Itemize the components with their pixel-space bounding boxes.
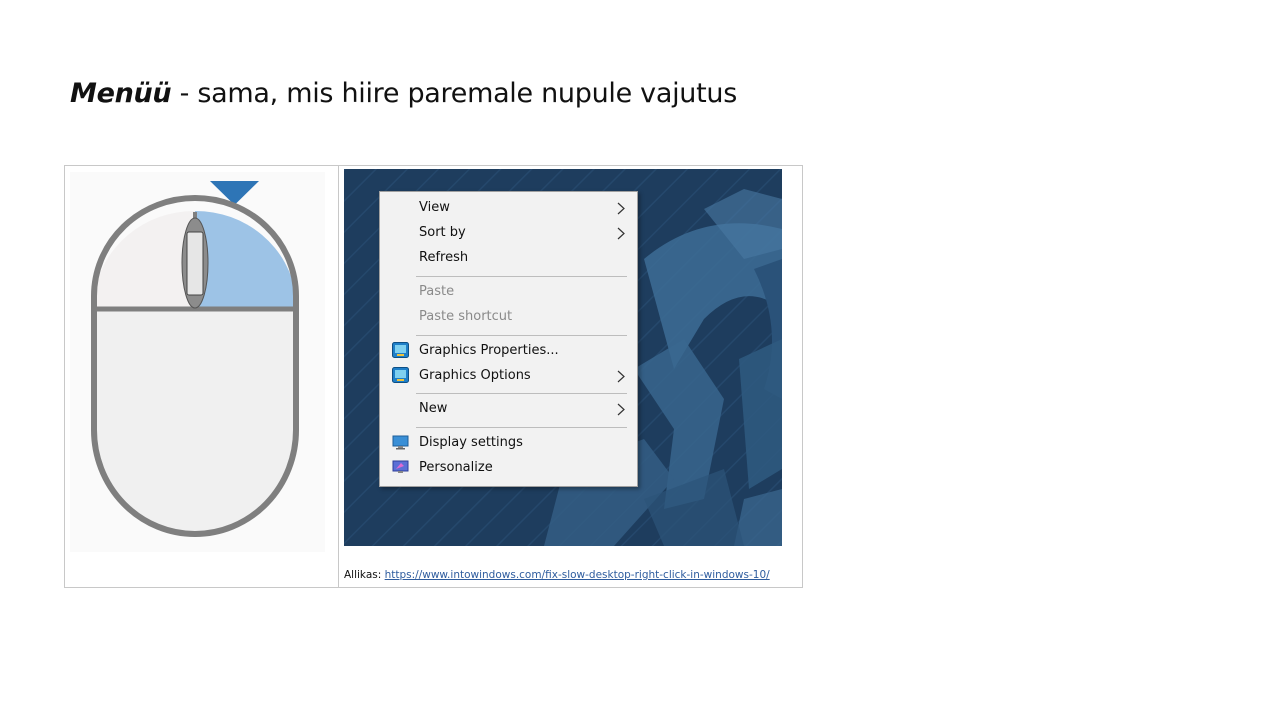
- menu-separator: [416, 393, 627, 394]
- menu-item-label: View: [419, 200, 450, 215]
- menu-item-label: Graphics Options: [419, 368, 531, 383]
- chevron-right-icon: [617, 370, 625, 383]
- intel-graphics-icon: [392, 342, 409, 358]
- chevron-right-icon: [617, 227, 625, 240]
- menu-item-sort-by[interactable]: Sort by: [380, 220, 637, 245]
- menu-item-refresh[interactable]: Refresh: [380, 245, 637, 270]
- chevron-right-icon: [617, 202, 625, 215]
- menu-item-display-settings[interactable]: Display settings: [380, 430, 637, 455]
- menu-item-label: Paste shortcut: [419, 309, 513, 324]
- menu-item-label: Refresh: [419, 250, 469, 265]
- source-link[interactable]: https://www.intowindows.com/fix-slow-des…: [385, 569, 770, 581]
- display-settings-icon: [392, 435, 409, 450]
- menu-separator: [416, 276, 627, 277]
- mouse-illustration: [70, 172, 325, 552]
- menu-item-paste-shortcut[interactable]: Paste shortcut: [380, 304, 637, 329]
- menu-separator: [416, 335, 627, 336]
- slide-title: Menüü - sama, mis hiire paremale nupule …: [70, 78, 737, 109]
- menu-separator: [416, 427, 627, 428]
- chevron-right-icon: [617, 403, 625, 416]
- menu-item-label: Sort by: [419, 225, 466, 240]
- source-citation: Allikas: https://www.intowindows.com/fix…: [344, 569, 770, 581]
- table-divider: [338, 165, 339, 588]
- menu-item-paste[interactable]: Paste: [380, 279, 637, 304]
- menu-item-label: Display settings: [419, 435, 523, 450]
- menu-item-new[interactable]: New: [380, 396, 637, 421]
- menu-item-label: Paste: [419, 284, 455, 299]
- menu-item-label: Personalize: [419, 460, 493, 475]
- menu-item-label: New: [419, 401, 448, 416]
- intel-graphics-icon: [392, 367, 409, 383]
- menu-item-view[interactable]: View: [380, 195, 637, 220]
- slide-title-bold: Menüü: [70, 78, 172, 109]
- context-menu: View Sort by Refresh Paste Paste shortcu…: [379, 191, 638, 487]
- menu-item-graphics-properties[interactable]: Graphics Properties...: [380, 338, 637, 363]
- personalize-icon: [392, 460, 409, 473]
- source-prefix: Allikas:: [344, 569, 385, 581]
- menu-item-personalize[interactable]: Personalize: [380, 455, 637, 480]
- menu-item-graphics-options[interactable]: Graphics Options: [380, 363, 637, 388]
- menu-item-label: Graphics Properties...: [419, 343, 559, 358]
- slide-title-rest: - sama, mis hiire paremale nupule vajutu…: [171, 78, 738, 109]
- desktop-screenshot: View Sort by Refresh Paste Paste shortcu…: [344, 169, 782, 546]
